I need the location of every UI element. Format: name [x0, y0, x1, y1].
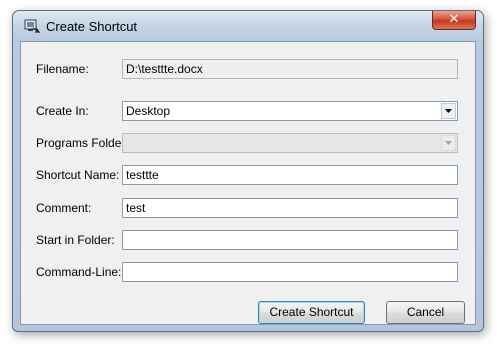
- create-in-select[interactable]: Desktop: [122, 101, 458, 121]
- create-shortcut-button[interactable]: Create Shortcut: [258, 301, 365, 324]
- start-in-folder-input[interactable]: [122, 230, 458, 250]
- close-icon: ✕: [448, 12, 460, 27]
- comment-input[interactable]: test: [122, 198, 458, 218]
- cancel-button[interactable]: Cancel: [386, 301, 465, 324]
- programs-folder-label: Programs Folder:: [36, 136, 129, 150]
- create-in-value: Desktop: [126, 104, 171, 118]
- close-button[interactable]: ✕: [432, 11, 476, 30]
- shortcut-app-icon: [24, 19, 40, 33]
- window-title: Create Shortcut: [46, 19, 138, 34]
- shortcut-name-input[interactable]: testtte: [122, 165, 458, 185]
- create-shortcut-dialog: Create Shortcut ✕ Filename: D:\testtte.d…: [12, 10, 484, 332]
- filename-label: Filename:: [36, 62, 89, 76]
- start-in-folder-label: Start in Folder:: [36, 233, 115, 247]
- chevron-down-icon: [441, 135, 456, 151]
- title-bar[interactable]: Create Shortcut ✕: [13, 11, 483, 41]
- comment-label: Comment:: [36, 201, 92, 215]
- shortcut-name-label: Shortcut Name:: [36, 168, 120, 182]
- dialog-body: Filename: D:\testtte.docx Create In: Des…: [20, 41, 476, 325]
- programs-folder-select: [122, 133, 458, 153]
- chevron-down-icon[interactable]: [441, 103, 456, 119]
- command-line-label: Command-Line:: [36, 265, 122, 279]
- create-in-label: Create In:: [36, 104, 89, 118]
- command-line-input[interactable]: [122, 262, 458, 282]
- filename-field: D:\testtte.docx: [122, 59, 458, 79]
